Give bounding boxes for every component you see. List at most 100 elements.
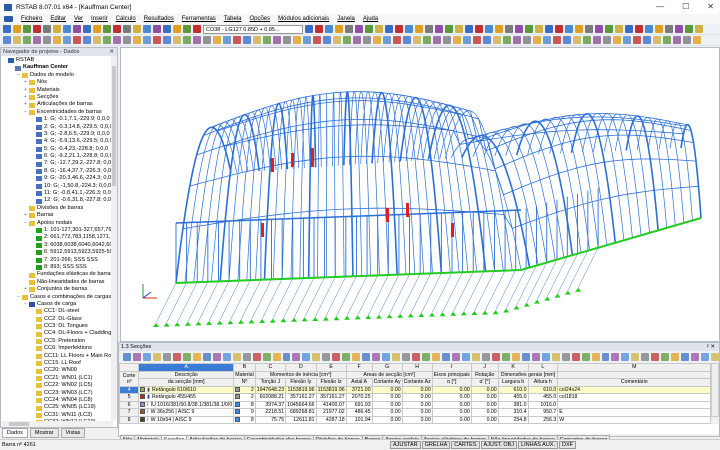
tree-item[interactable]: 7: 201-266; SSS SSS xyxy=(3,257,117,264)
cell-a[interactable]: 0.00 xyxy=(431,385,472,394)
menu-item[interactable]: Janela xyxy=(337,16,355,22)
cell-a[interactable]: 0.00 xyxy=(431,408,472,417)
cell-ay[interactable]: 0.00 xyxy=(371,415,403,424)
toolbar-icon[interactable] xyxy=(533,36,541,44)
tree-item[interactable]: CC25: WN05 (LC19) xyxy=(3,404,117,411)
tree-item[interactable]: CC11: LL Floors + Main Roof xyxy=(3,353,117,360)
tree-item[interactable]: 10: G; -1,50.8,-224.3; 0,0,0 xyxy=(3,183,117,190)
toolbar-icon[interactable] xyxy=(375,25,383,33)
table-toolbar-icon[interactable] xyxy=(601,353,610,361)
table-scrollbar[interactable] xyxy=(711,363,719,417)
maximize-button[interactable]: ☐ xyxy=(682,2,689,11)
toolbar-icon[interactable] xyxy=(243,36,251,44)
toolbar-icon[interactable] xyxy=(303,36,311,44)
toolbar-icon[interactable] xyxy=(345,25,353,33)
menu-item[interactable]: Ver xyxy=(74,16,83,22)
table-toolbar-icon[interactable] xyxy=(123,353,131,361)
tree-item[interactable]: Não-linearidades de barras xyxy=(3,279,117,286)
toolbar-icon[interactable] xyxy=(173,36,181,44)
table-toolbar-icon[interactable] xyxy=(402,353,411,361)
toolbar-icon[interactable] xyxy=(535,25,543,33)
toolbar-icon[interactable] xyxy=(93,36,101,44)
toolbar-icon[interactable] xyxy=(153,36,161,44)
toolbar-icon[interactable] xyxy=(43,25,51,33)
tree-item[interactable]: Kauffman Center xyxy=(3,64,117,71)
toolbar-icon[interactable] xyxy=(335,25,343,33)
comment-cell[interactable] xyxy=(557,400,712,409)
toolbar-icon[interactable] xyxy=(323,36,331,44)
tree-item[interactable]: 1: G; -0.1,7.1,-229.9; 0,0,0 xyxy=(3,116,117,123)
menu-item[interactable]: Opções xyxy=(249,16,270,22)
toolbar-icon[interactable] xyxy=(663,36,671,44)
cell-b[interactable]: 254.8 xyxy=(497,415,529,424)
toolbar-icon[interactable] xyxy=(73,36,81,44)
toolbar-icon[interactable] xyxy=(113,36,121,44)
tree-item[interactable]: 2: G; -0.3,14.8,-229.5; 0,0,0 xyxy=(3,124,117,131)
toolbar-icon[interactable] xyxy=(403,36,411,44)
column-letter[interactable]: D xyxy=(285,363,317,372)
section-description-cell[interactable]: IW 36x256 | AISC 9 xyxy=(138,408,235,417)
toolbar-icon[interactable] xyxy=(133,25,141,33)
toolbar-icon[interactable] xyxy=(283,36,291,44)
toolbar-icon[interactable] xyxy=(63,25,71,33)
toolbar-icon[interactable] xyxy=(595,25,603,33)
toolbar-icon[interactable] xyxy=(373,36,381,44)
table-toolbar-icon[interactable] xyxy=(192,353,201,361)
table-toolbar-icon[interactable] xyxy=(202,353,211,361)
toolbar-icon[interactable] xyxy=(13,25,21,33)
table-toolbar-icon[interactable] xyxy=(461,353,470,361)
cell-b[interactable]: 310.4 xyxy=(497,408,529,417)
toolbar-icon[interactable] xyxy=(143,36,151,44)
table-toolbar-icon[interactable] xyxy=(312,353,321,361)
table-row[interactable]: 8IW 10x54 | AISC 9 8 75.75 12611.81 4287.18 1… xyxy=(118,415,712,424)
tree-item[interactable]: + Nós xyxy=(3,79,117,86)
toolbar-icon[interactable] xyxy=(505,25,513,33)
tree-item[interactable]: − Casos e combinações de cargass xyxy=(3,294,117,301)
table-toolbar-icon[interactable] xyxy=(691,353,700,361)
toolbar-icon[interactable] xyxy=(213,36,221,44)
toolbar-icon[interactable] xyxy=(615,25,623,33)
document-icon[interactable] xyxy=(4,16,13,22)
tree-item[interactable]: CC24: WN04 (LC8) xyxy=(3,397,117,404)
tree-item[interactable]: CC22: WN02 (LC5) xyxy=(3,382,117,389)
cell-h[interactable]: 256.3 xyxy=(527,415,559,424)
cell-a[interactable]: 0.00 xyxy=(431,400,472,409)
toolbar-icon[interactable] xyxy=(223,36,231,44)
cell-iz[interactable]: 357161.27 xyxy=(315,393,347,402)
table-toolbar-icon[interactable] xyxy=(451,353,460,361)
menu-item[interactable]: Módulos adicionais xyxy=(278,16,329,22)
toolbar-icon[interactable] xyxy=(343,36,351,44)
navigator-close-button[interactable]: ✕ xyxy=(109,48,114,56)
cell-h[interactable]: 610.0 xyxy=(527,385,559,394)
column-letter[interactable]: E xyxy=(315,363,347,372)
menu-item[interactable]: Editar xyxy=(50,16,66,22)
tree-item[interactable]: CC2: DL-Glass xyxy=(3,316,117,323)
toolbar-icon[interactable] xyxy=(425,25,433,33)
toolbar-icon[interactable] xyxy=(623,36,631,44)
toolbar-icon[interactable] xyxy=(13,36,21,44)
tree-item[interactable]: CC21: WN01 (LC1) xyxy=(3,375,117,382)
table-toolbar-icon[interactable] xyxy=(571,353,580,361)
toolbar-icon[interactable] xyxy=(695,25,703,33)
toolbar-icon[interactable] xyxy=(93,25,101,33)
table-toolbar-icon[interactable] xyxy=(212,353,221,361)
tree-item[interactable]: + Conjuntos de barras xyxy=(3,286,117,293)
table-toolbar-icon[interactable] xyxy=(711,353,720,361)
toolbar-icon[interactable] xyxy=(665,25,673,33)
row-number[interactable]: 8 xyxy=(118,415,140,424)
tree-item[interactable]: − Dados do modelo xyxy=(3,72,117,79)
toolbar-icon[interactable] xyxy=(383,36,391,44)
row-number[interactable]: 4 xyxy=(118,385,140,394)
cell-h[interactable]: 455.0 xyxy=(527,393,559,402)
toolbar-icon[interactable] xyxy=(605,25,613,33)
cell-az[interactable]: 0.00 xyxy=(401,400,433,409)
table-toolbar-icon[interactable] xyxy=(292,353,301,361)
toolbar-icon[interactable] xyxy=(63,36,71,44)
table-toolbar-icon[interactable] xyxy=(352,353,361,361)
tree-item[interactable]: 9: G; -20.3,46.6,-224.3; 0,0,0 xyxy=(3,175,117,182)
column-letter[interactable]: J xyxy=(470,363,499,372)
cell-iz[interactable]: 21977.02 xyxy=(315,408,347,417)
toolbar-icon[interactable] xyxy=(355,25,363,33)
table-toolbar-icon[interactable] xyxy=(491,353,500,361)
table-toolbar-icon[interactable] xyxy=(621,353,630,361)
